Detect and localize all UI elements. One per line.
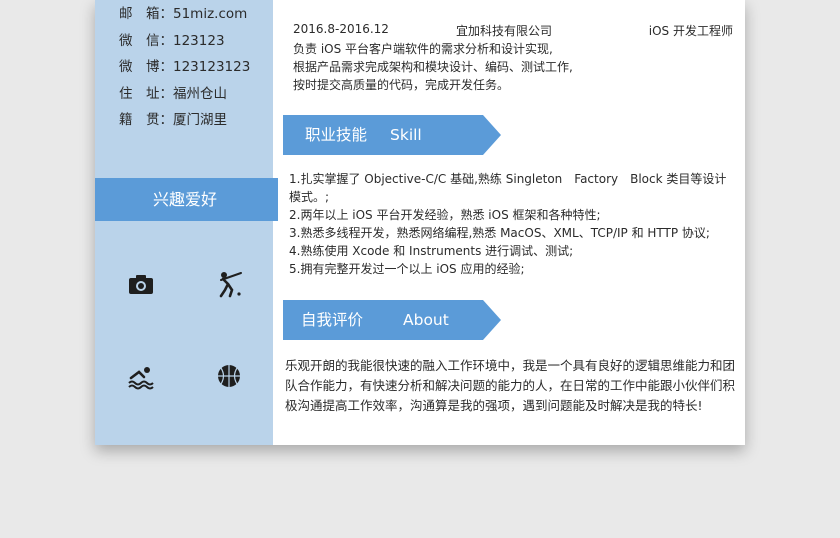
contact-weibo: 微 博：123123123 bbox=[119, 55, 250, 75]
skills-title-en: Skill bbox=[390, 126, 422, 144]
contact-email-value: 51miz.com bbox=[173, 6, 248, 22]
experience-period: 2016.8-2016.12 bbox=[293, 22, 389, 36]
contact-email-label: 邮 箱： bbox=[119, 6, 173, 22]
baseball-icon bbox=[219, 272, 242, 298]
sidebar: 邮 箱：51miz.com 微 信：123123 微 博：123123123 住… bbox=[95, 0, 278, 445]
contact-weibo-value: 123123123 bbox=[173, 59, 251, 75]
resume-page: 邮 箱：51miz.com 微 信：123123 微 博：123123123 住… bbox=[95, 0, 745, 445]
about-title-en: About bbox=[403, 311, 449, 329]
skill-item: 5.拥有完整开发过一个以上 iOS 应用的经验; bbox=[289, 262, 525, 276]
skills-title-cn: 职业技能 bbox=[305, 126, 368, 144]
camera-icon bbox=[129, 275, 153, 294]
contact-hometown: 籍 贯：厦门湖里 bbox=[119, 108, 227, 128]
basketball-icon bbox=[218, 365, 240, 387]
about-title-cn: 自我评价 bbox=[301, 311, 364, 329]
experience-line: 按时提交高质量的代码，完成开发任务。 bbox=[293, 78, 510, 92]
skill-item: 3.熟悉多线程开发，熟悉网络编程,熟悉 MacOS、XML、TCP/IP 和 H… bbox=[289, 226, 710, 240]
skill-item: 4.熟练使用 Xcode 和 Instruments 进行调试、测试; bbox=[289, 244, 574, 258]
skills-list: 1.扎实掌握了 Objective-C/C 基础,熟练 Singleton Fa… bbox=[289, 170, 737, 278]
hobbies-heading: 兴趣爱好 bbox=[95, 178, 278, 221]
swimming-icon bbox=[128, 367, 154, 390]
skills-heading: 职业技能 Skill bbox=[283, 115, 503, 155]
experience-description: 负责 iOS 平台客户端软件的需求分析和设计实现, 根据产品需求完成架构和模块设… bbox=[293, 40, 573, 94]
contact-hometown-value: 厦门湖里 bbox=[173, 112, 227, 128]
skill-item: 1.扎实掌握了 Objective-C/C 基础,熟练 Singleton Fa… bbox=[289, 172, 727, 204]
skill-item: 2.两年以上 iOS 平台开发经验，熟悉 iOS 框架和各种特性; bbox=[289, 208, 601, 222]
main-content: 2016.8-2016.12 宜加科技有限公司 iOS 开发工程师 负责 iOS… bbox=[273, 0, 745, 445]
experience-company: 宜加科技有限公司 bbox=[456, 24, 553, 38]
contact-wechat-label: 微 信： bbox=[119, 33, 173, 49]
contact-address-value: 福州仓山 bbox=[173, 86, 227, 102]
experience-line: 根据产品需求完成架构和模块设计、编码、测试工作, bbox=[293, 60, 573, 74]
contact-wechat: 微 信：123123 bbox=[119, 29, 225, 49]
about-text: 乐观开朗的我能很快速的融入工作环境中，我是一个具有良好的逻辑思维能力和团队合作能… bbox=[285, 358, 736, 413]
contact-wechat-value: 123123 bbox=[173, 33, 225, 49]
contact-address: 住 址：福州仓山 bbox=[119, 82, 227, 102]
contact-hometown-label: 籍 贯： bbox=[119, 112, 173, 128]
experience-position: iOS 开发工程师 bbox=[648, 24, 733, 38]
contact-address-label: 住 址： bbox=[119, 86, 173, 102]
about-heading: 自我评价 About bbox=[283, 300, 503, 340]
contact-email: 邮 箱：51miz.com bbox=[119, 2, 247, 22]
contact-weibo-label: 微 博： bbox=[119, 59, 173, 75]
experience-line: 负责 iOS 平台客户端软件的需求分析和设计实现, bbox=[293, 42, 553, 56]
